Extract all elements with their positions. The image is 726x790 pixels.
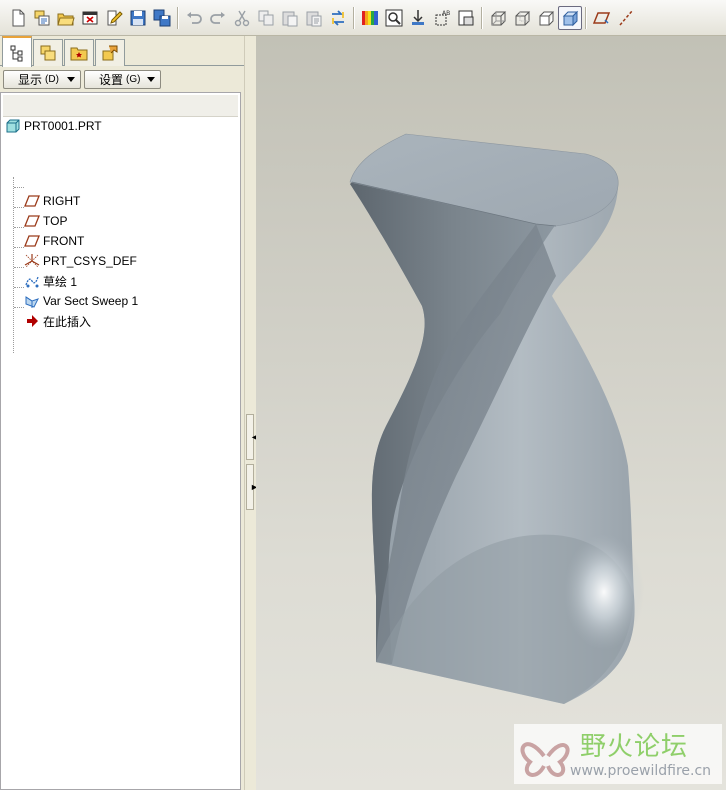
watermark-title: 野火论坛 <box>580 732 689 762</box>
favorites-icon <box>70 47 88 61</box>
favorites-tab[interactable] <box>64 39 94 66</box>
butterfly-logo-icon <box>520 742 570 777</box>
navigator-tabs <box>0 36 244 67</box>
model-highlight <box>564 534 644 650</box>
folder-browser-icon <box>40 45 56 61</box>
show-button-label: 显示 <box>18 73 43 87</box>
collapse-handle[interactable]: ◄ <box>246 414 259 460</box>
zoom-in-icon[interactable] <box>406 6 430 30</box>
tree-item[interactable]: Var Sect Sweep 1 <box>24 291 138 311</box>
model-tree: PRT0001.PRT RIGHT TOP FRONT PRT_CSYS_DEF… <box>0 92 241 790</box>
tree-item-label: PRT_CSYS_DEF <box>43 254 137 268</box>
wireframe-icon[interactable] <box>486 6 510 30</box>
settings-button-accel: (G) <box>126 74 141 85</box>
tree-root-item[interactable]: PRT0001.PRT <box>5 116 102 136</box>
tree-column-header <box>3 95 238 117</box>
chevron-down-icon <box>147 77 155 82</box>
model-tree-icon <box>10 45 23 61</box>
tree-connector-line <box>14 267 24 268</box>
paste-icon[interactable] <box>278 6 302 30</box>
tree-item-label: RIGHT <box>43 194 81 208</box>
datum-plane-icon <box>24 235 40 247</box>
tree-item[interactable]: RIGHT <box>24 191 80 211</box>
open-folder-icon[interactable] <box>54 6 78 30</box>
model-tree-tab[interactable] <box>2 36 32 67</box>
svg-text:AB: AB <box>442 10 450 17</box>
tree-connector-line <box>14 247 24 248</box>
watermark-url: www.proewildfire.cn <box>570 763 712 779</box>
insert-here-arrow-icon <box>27 315 38 327</box>
view-manager-icon[interactable]: AB <box>430 6 454 30</box>
tree-insert-here[interactable]: 在此插入 <box>24 311 91 331</box>
twisted-sweep-model[interactable] <box>256 36 726 790</box>
cut-icon[interactable] <box>230 6 254 30</box>
tree-connector-line <box>14 227 24 228</box>
tree-item[interactable]: FRONT <box>24 231 84 251</box>
no-hidden-icon[interactable] <box>534 6 558 30</box>
redo-icon[interactable] <box>206 6 230 30</box>
sweep-icon <box>25 296 39 308</box>
edit-icon[interactable] <box>102 6 126 30</box>
save-icon[interactable] <box>126 6 150 30</box>
expand-handle[interactable]: ► <box>246 464 259 510</box>
toolbar-separator <box>481 6 483 29</box>
forum-watermark: 野火论坛 www.proewildfire.cn <box>514 724 722 784</box>
chevron-down-icon <box>67 77 75 82</box>
toolbar-separator <box>177 6 179 29</box>
zoom-window-icon[interactable] <box>382 6 406 30</box>
tree-item[interactable]: 草绘 1 <box>24 271 77 291</box>
datum-axis-display-icon[interactable] <box>614 6 638 30</box>
shading-icon[interactable] <box>558 5 582 30</box>
tree-connector-line <box>14 207 24 208</box>
tree-item-label: Var Sect Sweep 1 <box>43 294 139 308</box>
hidden-line-icon[interactable] <box>510 6 534 30</box>
tree-filter-bar: 显示 (D) 设置 (G) <box>0 67 244 92</box>
open-icon[interactable] <box>30 6 54 30</box>
show-dropdown-button[interactable]: 显示 (D) <box>3 70 81 89</box>
tree-connector-line <box>14 307 24 308</box>
part-icon <box>6 119 20 133</box>
tree-item-label: FRONT <box>43 234 85 248</box>
tree-item[interactable]: TOP <box>24 211 67 231</box>
undo-icon[interactable] <box>182 6 206 30</box>
datum-plane-icon <box>24 215 40 227</box>
close-window-icon[interactable] <box>78 6 102 30</box>
tree-item[interactable]: PRT_CSYS_DEF <box>24 251 137 271</box>
navigator-panel: 显示 (D) 设置 (G) PRT0001.PRT RIGHT TOP FRON… <box>0 36 244 790</box>
csys-icon <box>24 254 40 268</box>
connections-tab[interactable] <box>95 39 125 66</box>
tree-item-label: 草绘 1 <box>43 274 78 289</box>
regenerate-icon[interactable] <box>326 6 350 30</box>
save-copy-icon[interactable] <box>150 6 174 30</box>
saved-views-icon[interactable] <box>454 6 478 30</box>
settings-dropdown-button[interactable]: 设置 (G) <box>84 70 161 89</box>
tree-root-label: PRT0001.PRT <box>24 119 102 133</box>
graphics-window[interactable]: 野火论坛 www.proewildfire.cn <box>256 36 726 790</box>
panel-splitter[interactable]: ◄ ► <box>244 36 259 790</box>
toolbar-separator <box>585 6 587 29</box>
paste-special-icon[interactable] <box>302 6 326 30</box>
main-toolbar: AB <box>0 0 726 36</box>
datum-plane-icon <box>24 195 40 207</box>
new-icon[interactable] <box>6 6 30 30</box>
datum-plane-display-icon[interactable] <box>590 6 614 30</box>
tree-connector-line <box>14 287 24 288</box>
folder-browser-tab[interactable] <box>33 39 63 66</box>
copy-icon[interactable] <box>254 6 278 30</box>
tree-connector-line <box>13 177 14 353</box>
toolbar-separator <box>353 6 355 29</box>
tree-item-label: TOP <box>43 214 68 228</box>
tree-connector-line <box>14 187 24 188</box>
show-button-accel: (D) <box>45 74 59 85</box>
settings-button-label: 设置 <box>99 73 124 87</box>
connections-icon <box>102 45 118 61</box>
tree-item-label: 在此插入 <box>43 314 92 329</box>
sketch-icon <box>25 276 39 288</box>
color-appearance-icon[interactable] <box>358 6 382 30</box>
